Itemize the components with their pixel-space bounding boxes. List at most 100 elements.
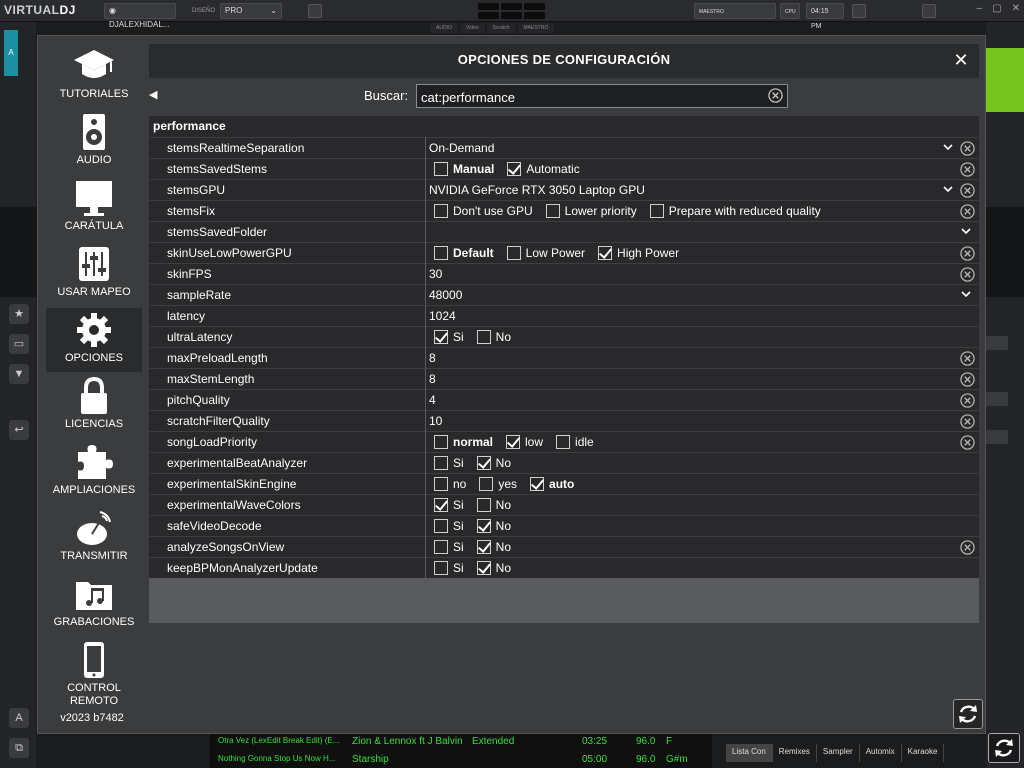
option-checkbox[interactable] <box>434 204 448 218</box>
option-checkbox[interactable] <box>476 456 491 470</box>
option-checkbox[interactable] <box>598 246 613 260</box>
reset-setting-icon[interactable] <box>960 351 975 366</box>
maximize-icon[interactable]: ▢ <box>992 3 1001 14</box>
option-checkbox[interactable] <box>506 435 521 449</box>
tab-karaoke[interactable]: Karaoke <box>902 744 945 762</box>
sidebar-item-opciones[interactable]: OPCIONES <box>46 308 142 372</box>
option-checkbox[interactable] <box>649 204 664 218</box>
tab-automix[interactable]: Automix <box>860 744 902 762</box>
chevron-down-icon[interactable] <box>961 226 971 236</box>
filter-icon[interactable]: ▼ <box>9 364 29 384</box>
sidebar-item-tutoriales[interactable]: TUTORIALES <box>46 44 142 108</box>
chevron-down-icon[interactable] <box>943 142 953 152</box>
option-checkbox[interactable] <box>507 162 522 176</box>
deck-a-indicator[interactable]: A <box>4 30 18 76</box>
setting-value[interactable]: On-Demand <box>426 137 979 158</box>
layout-select[interactable]: PRO ⌄ <box>220 3 282 19</box>
reset-setting-icon[interactable] <box>960 372 975 387</box>
deck-layout-buttons[interactable] <box>478 3 548 19</box>
option-checkbox[interactable] <box>434 162 448 176</box>
subtab-audio[interactable]: AUDIO <box>430 23 458 33</box>
reset-setting-icon[interactable] <box>960 204 975 219</box>
master-volume[interactable]: MAESTRO <box>694 3 776 19</box>
reset-setting-icon[interactable] <box>960 267 975 282</box>
option-checkbox[interactable] <box>530 477 545 491</box>
option-checkbox[interactable] <box>434 456 448 470</box>
setting-value[interactable]: 48000 <box>426 284 979 305</box>
close-dialog-button[interactable]: ✕ <box>951 50 971 70</box>
settings-gear-icon[interactable] <box>922 4 936 18</box>
option-checkbox[interactable] <box>434 330 448 344</box>
minimize-icon[interactable]: – <box>977 3 983 14</box>
setting-value[interactable]: 10 <box>426 410 979 431</box>
option-checkbox[interactable] <box>476 330 491 344</box>
option-checkbox[interactable] <box>476 561 491 575</box>
option-checkbox[interactable] <box>556 435 571 449</box>
setting-value[interactable]: 8 <box>426 368 979 389</box>
option-checkbox[interactable] <box>434 246 448 260</box>
setting-value: Si No <box>426 557 979 578</box>
option-checkbox[interactable] <box>476 498 491 512</box>
reset-setting-icon[interactable] <box>960 540 975 555</box>
back-return-icon[interactable]: ↩ <box>9 420 29 440</box>
account-button[interactable]: ◉ DJALEXHIDAL... <box>104 3 176 29</box>
setting-value[interactable]: NVIDIA GeForce RTX 3050 Laptop GPU <box>426 179 979 200</box>
option-checkbox[interactable] <box>434 519 448 533</box>
sidebar-item-audio[interactable]: AUDIO <box>46 110 142 174</box>
setting-value[interactable]: 4 <box>426 389 979 410</box>
option-checkbox[interactable] <box>434 540 448 554</box>
record-icon[interactable] <box>852 4 866 18</box>
setting-name: analyzeSongsOnView <box>149 536 425 557</box>
text-size-icon[interactable]: A <box>9 708 29 728</box>
tab-remixes[interactable]: Remixes <box>773 744 817 762</box>
option-checkbox[interactable] <box>476 519 491 533</box>
option-checkbox[interactable] <box>434 435 448 449</box>
setting-value[interactable]: 30 <box>426 263 979 284</box>
sidebar-item-usar-mapeo[interactable]: USAR MAPEO <box>46 242 142 306</box>
reset-setting-icon[interactable] <box>960 162 975 177</box>
tab-sampler[interactable]: Sampler <box>817 744 860 762</box>
reset-setting-icon[interactable] <box>960 414 975 429</box>
sidebar-item-label: LICENCIAS <box>64 418 124 430</box>
refresh-button[interactable] <box>953 699 983 729</box>
track-row[interactable]: Nothing Gonna Stop Us Now H... Starship … <box>210 752 712 768</box>
option-checkbox[interactable] <box>476 540 491 554</box>
setting-value[interactable]: 1024 <box>426 305 979 326</box>
search-input[interactable] <box>421 88 751 106</box>
option-checkbox[interactable] <box>434 561 448 575</box>
star-filter-icon[interactable]: ★ <box>9 304 29 324</box>
chevron-down-icon[interactable] <box>961 289 971 299</box>
sidebar-item-caratula[interactable]: CARÁTULA <box>46 176 142 240</box>
option-checkbox[interactable] <box>479 477 494 491</box>
sidebar-item-control-remoto[interactable]: CONTROL REMOTO <box>46 638 142 710</box>
reset-setting-icon[interactable] <box>960 183 975 198</box>
track-row[interactable]: Otra Vez (LexEdit Break Edit) (E... Zion… <box>210 734 712 750</box>
option-checkbox[interactable] <box>506 246 521 260</box>
reset-setting-icon[interactable] <box>960 435 975 450</box>
sidebar-item-licencias[interactable]: LICENCIAS <box>46 374 142 438</box>
option-checkbox[interactable] <box>434 477 448 491</box>
subtab-master[interactable]: MAESTRO <box>517 23 555 33</box>
subtab-scratch[interactable]: Scratch <box>486 23 516 33</box>
reset-setting-icon[interactable] <box>960 141 975 156</box>
sidebar-toggle-icon[interactable]: ⧉ <box>9 738 29 758</box>
tab-lista-con[interactable]: Lista Con <box>726 744 773 762</box>
reset-setting-icon[interactable] <box>960 393 975 408</box>
setting-value[interactable]: 8 <box>426 347 979 368</box>
setting-row: maxPreloadLength 8 <box>149 347 979 368</box>
clear-search-icon[interactable] <box>768 88 783 103</box>
option-checkbox[interactable] <box>545 204 560 218</box>
option-checkbox[interactable] <box>434 498 448 512</box>
sync-button[interactable] <box>988 733 1020 763</box>
back-arrow-icon[interactable]: ◀ <box>149 88 165 104</box>
chevron-down-icon[interactable] <box>943 184 953 194</box>
sidebar-item-ampliaciones[interactable]: AMPLIACIONES <box>46 440 142 504</box>
subtab-video[interactable]: Video <box>459 23 485 33</box>
box-icon[interactable] <box>308 4 322 18</box>
window-close-icon[interactable]: ✕ <box>1012 3 1020 14</box>
setting-value[interactable] <box>426 221 979 242</box>
folder-icon[interactable]: ▭ <box>9 334 29 354</box>
sidebar-item-transmitir[interactable]: TRANSMITIR <box>46 506 142 570</box>
reset-setting-icon[interactable] <box>960 246 975 261</box>
sidebar-item-grabaciones[interactable]: GRABACIONES <box>46 572 142 636</box>
